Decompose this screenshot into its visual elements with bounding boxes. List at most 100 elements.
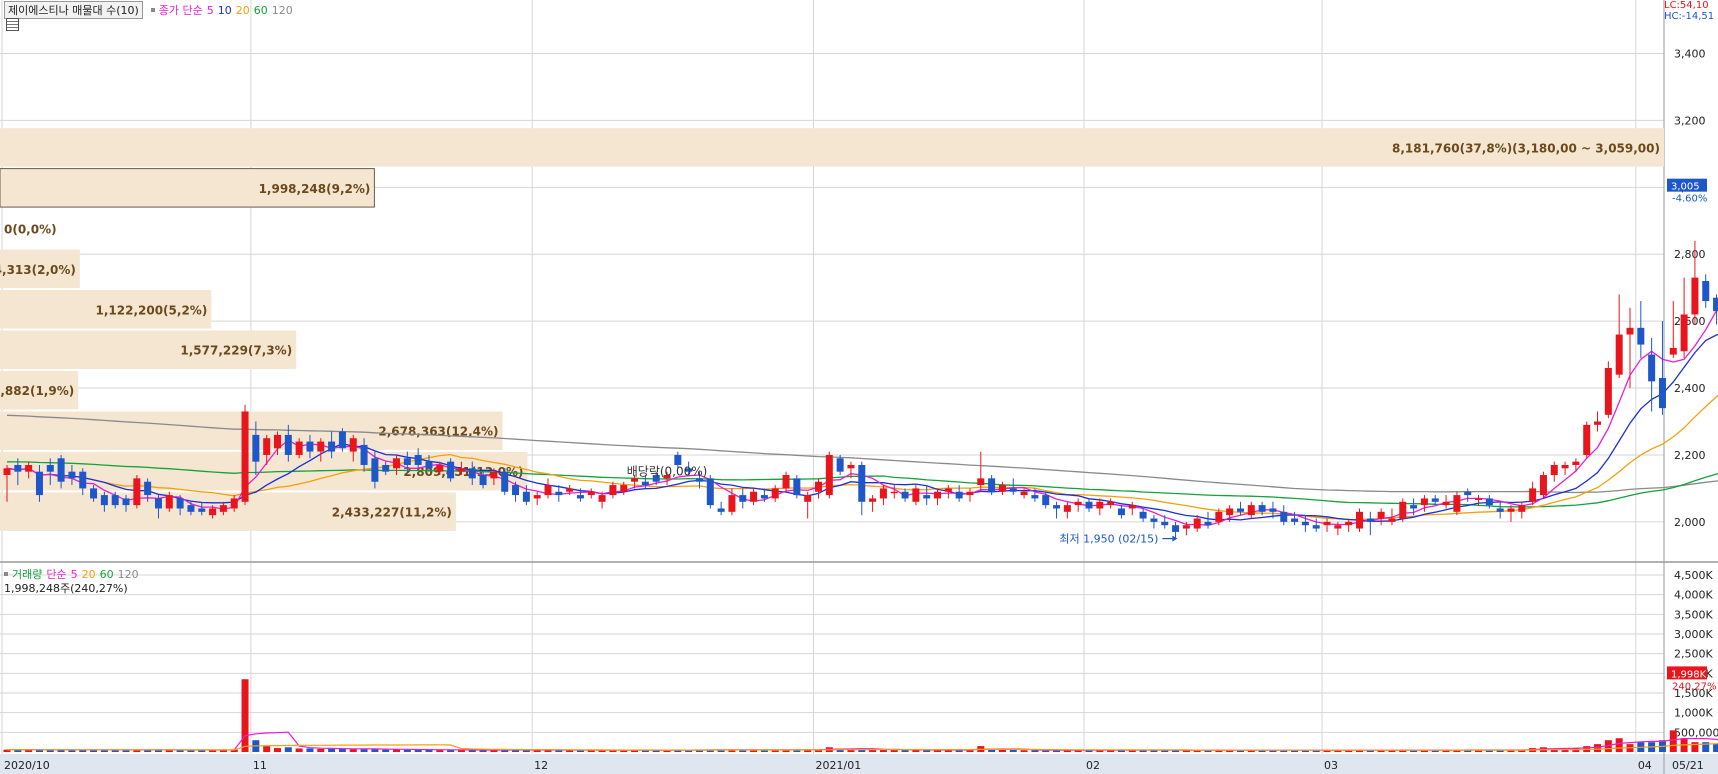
current-price-value: 3,005 [1671,182,1700,193]
candle-body [25,464,33,472]
candle-body [869,498,877,502]
candle-body [1680,314,1688,352]
candle-body [760,495,768,499]
candle-body [1096,501,1104,509]
candle-body [836,458,844,472]
candle-body [1312,525,1320,529]
candle-body [1637,327,1645,345]
candle-body [479,475,487,486]
candle-body [1172,525,1180,532]
grid-toggle-icon[interactable] [6,18,19,31]
candle-body [544,485,552,496]
volume-profile-label: 0(0,0%) [4,222,57,236]
candle-body [1150,518,1158,522]
candle-body [1648,354,1656,382]
candle-body [598,495,606,502]
lc-label: LC:54,10 [1664,0,1709,11]
candle-body [1258,505,1266,512]
candle-body [46,464,54,472]
candle-body [1529,488,1537,502]
legend-square-icon [150,8,155,12]
date-tick-label: 2020/10 [4,759,50,772]
candle-body [934,491,942,499]
candle-body [966,491,974,496]
price-tick-label: 3,400 [1674,48,1706,61]
candle-body [782,475,790,489]
candle-body [1269,508,1277,512]
volume-bar [1691,742,1699,752]
date-tick-label: 02 [1086,759,1100,772]
candle-body [533,495,541,499]
candle-body [1053,505,1061,509]
date-tick-label: 04 [1638,759,1652,772]
candle-body [1236,508,1244,512]
price-tick-label: 2,600 [1674,315,1706,328]
candle-body [750,491,758,502]
current-volume-value: 1,998K [1671,669,1707,680]
candle-body [1128,505,1136,509]
candle-body [1702,281,1710,302]
candle-body [1561,464,1569,469]
candle-body [328,441,336,452]
candle-body [122,498,130,506]
volume-tick-label: 2,500K [1674,648,1713,661]
candle-body [1485,498,1493,506]
candle-body [187,505,195,512]
candle-body [198,508,206,512]
volume-bar [436,750,444,752]
candle-body [1366,518,1374,522]
price-tick-label: 2,000 [1674,516,1706,529]
volume-profile-label: 8,181,760(37,8%)(3,180,00 ~ 3,059,00) [1392,141,1660,155]
stock-chart[interactable]: 2,0002,2002,4002,6002,8003,0003,2003,400… [0,0,1718,774]
candle-body [349,438,357,452]
candle-body [1399,501,1407,519]
candle-body [1063,505,1071,512]
volume-profile-label: 1,122,200(5,2%) [95,303,207,317]
candle-body [457,468,465,472]
candle-body [1604,367,1612,415]
candle-body [1594,421,1602,425]
candle-body [1042,495,1050,506]
candle-body [695,478,703,482]
candle-body [90,488,98,499]
candle-body [1020,491,1028,496]
candle-body [955,491,963,499]
candle-body [1182,525,1190,529]
candle-body [1204,521,1212,526]
candle-body [176,498,184,509]
candle-body [1475,498,1483,500]
candle-body [944,488,952,492]
volume-tick-label: 500,000 [1674,726,1718,739]
volume-bar [403,749,411,752]
volume-tick-label: 3,500K [1674,608,1713,621]
current-volume-change: 240,27% [1672,681,1717,692]
chart-background [0,0,1718,774]
candle-body [1507,508,1515,512]
candle-body [133,478,141,506]
candle-body [252,434,260,462]
candle-body [566,488,574,492]
candle-body [338,431,346,449]
candle-body [1539,475,1547,496]
volume-tick-label: 1,000K [1674,707,1713,720]
volume-bar [1594,744,1602,752]
candle-body [501,471,509,492]
stock-name-label[interactable]: 제이에스티나 매물대 수(10) [4,1,143,19]
volume-bar [1009,750,1017,752]
volume-profile-label: 1,998,248(9,2%) [259,182,371,196]
candle-body [1626,327,1634,335]
ma-60: 60 [253,4,268,17]
dividend-label: 배당락(0,00%) [627,465,708,479]
candle-body [912,488,920,502]
candle-body [1464,491,1472,496]
volume-bar [998,749,1006,752]
candle-body [1323,521,1331,526]
volume-bar [382,749,390,752]
candle-body [371,458,379,482]
candle-body [14,464,22,472]
candle-body [1009,488,1017,492]
candle-body [771,488,779,499]
current-price-change: -4.60% [1672,194,1707,205]
ma-5: 5 [206,4,214,17]
candle-body [1226,508,1234,516]
